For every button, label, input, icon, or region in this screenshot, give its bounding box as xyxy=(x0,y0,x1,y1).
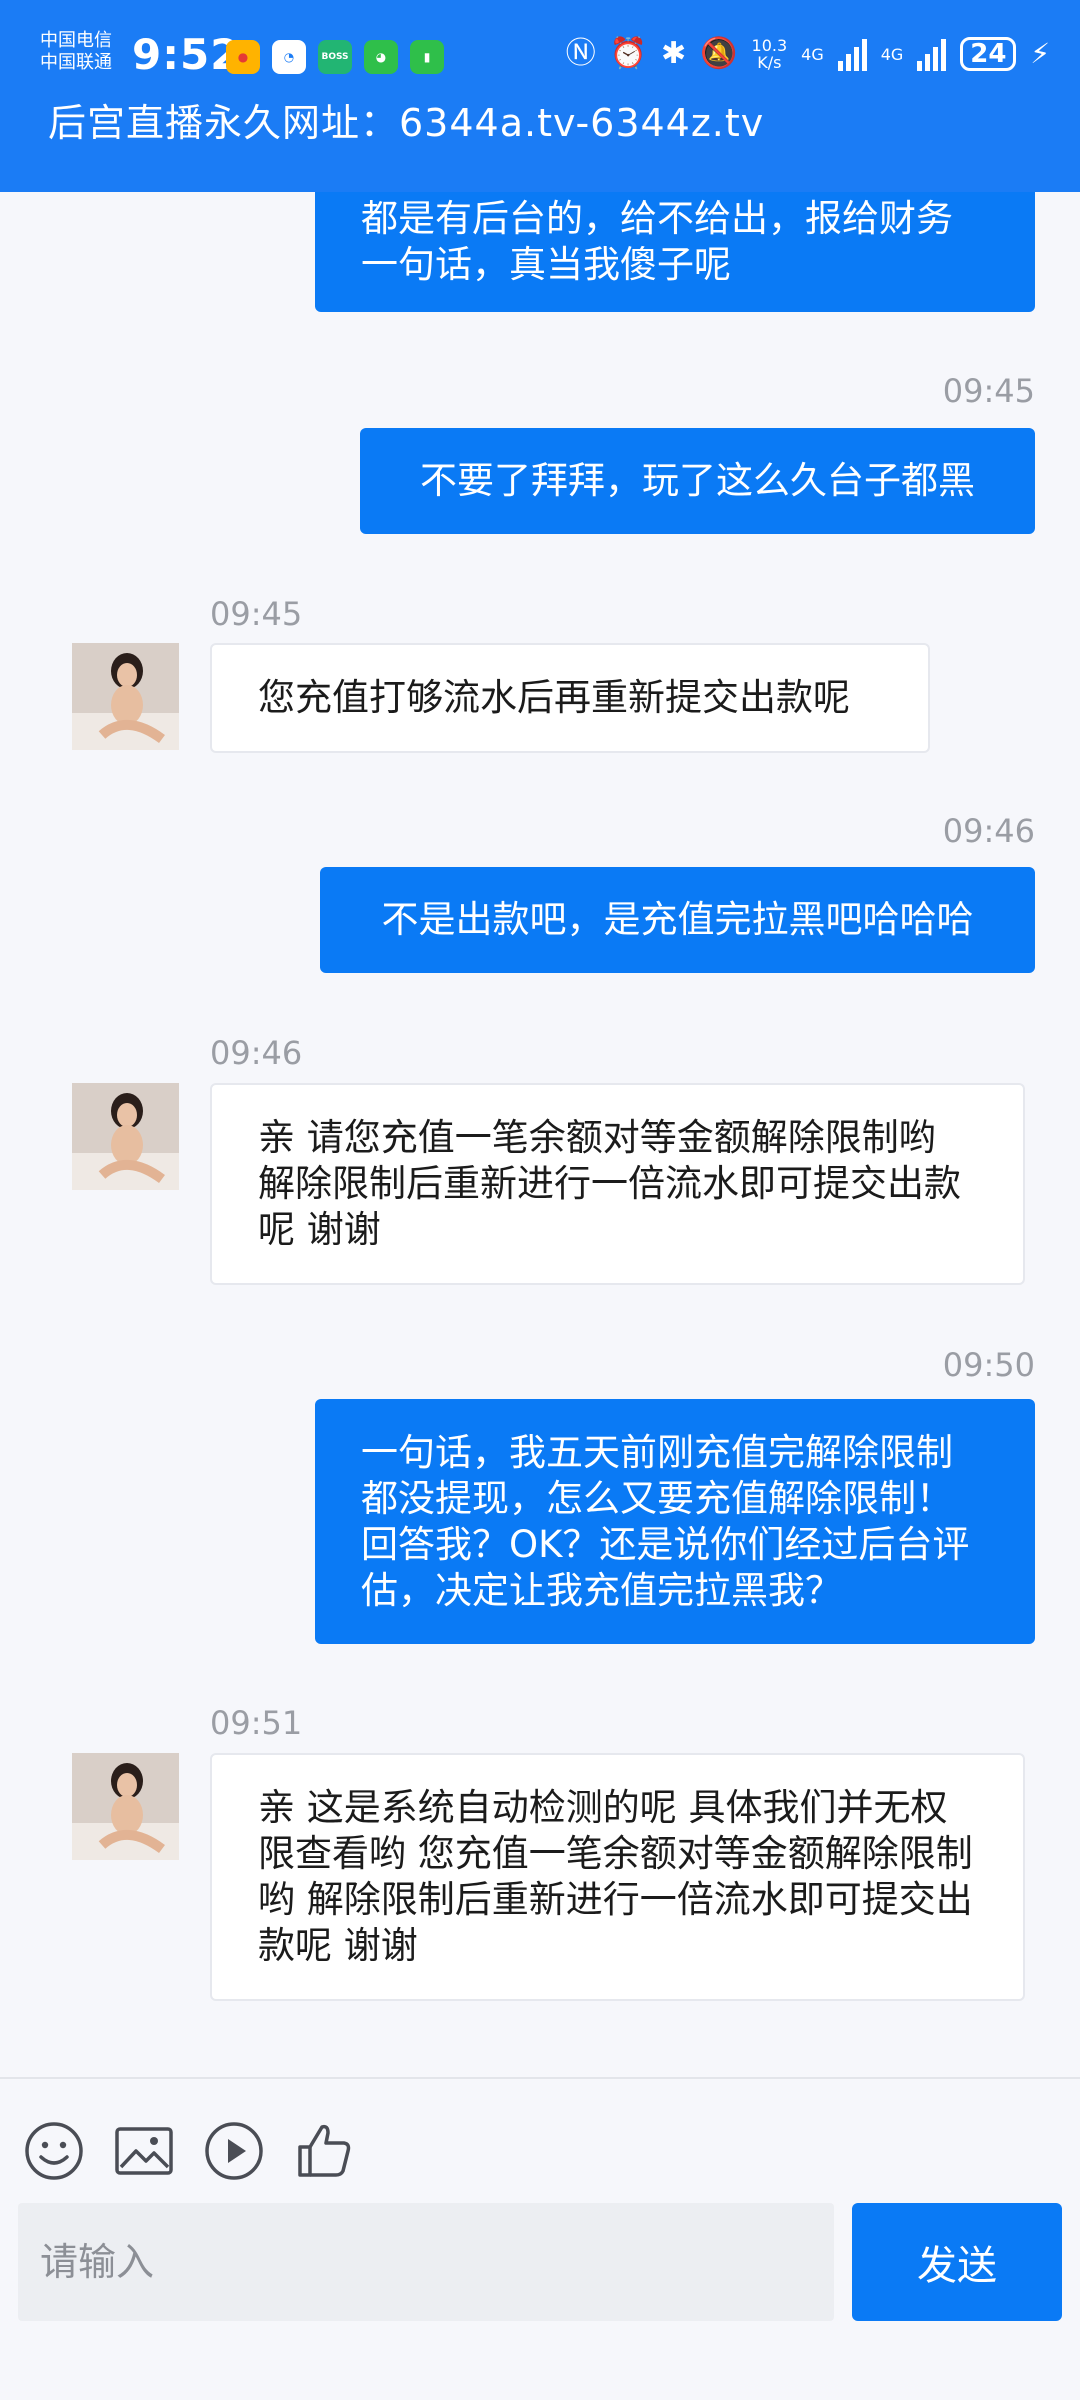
network-type-1: 4G xyxy=(801,44,824,64)
incoming-message: 亲 请您充值一笔余额对等金额解除限制哟 解除限制后重新进行一倍流水即可提交出款呢… xyxy=(210,1083,1025,1285)
composer: 发送 xyxy=(0,2199,1080,2400)
outgoing-message: 一句话，我五天前刚充值完解除限制都没提现，怎么又要充值解除限制！回答我？OK？还… xyxy=(315,1399,1035,1644)
carrier-2: 中国联通 xyxy=(40,52,112,73)
weibo-icon: ● xyxy=(226,40,260,74)
outgoing-message: 不是出款吧，是充值完拉黑吧哈哈哈 xyxy=(320,867,1035,973)
network-speed: 10.3 K/s xyxy=(751,36,788,72)
agent-avatar xyxy=(72,1753,179,1860)
battery-app-icon: ▮ xyxy=(410,40,444,74)
message-timestamp: 09:51 xyxy=(210,1704,303,1742)
message-text: 不要了拜拜，玩了这么久台子都黑 xyxy=(420,459,975,502)
message-text: 亲 这是系统自动检测的呢 具体我们并无权限查看哟 您充值一笔余额对等金额解除限制… xyxy=(258,1786,973,1967)
video-icon[interactable] xyxy=(202,2119,266,2183)
boss-app-icon: BOSS xyxy=(318,40,352,74)
image-icon[interactable] xyxy=(112,2119,176,2183)
outgoing-message: 都是有后台的，给不给出，报给财务一句话，真当我傻子呢 xyxy=(315,192,1035,312)
app-header: 中国电信 中国联通 9:52 ● ◔ BOSS ◕ ▮ Ⓝ ⏰ ✱ 🔕 10.3… xyxy=(0,0,1080,192)
system-status: Ⓝ ⏰ ✱ 🔕 10.3 K/s 4G 4G 24 ⚡ xyxy=(566,34,1050,74)
network-type-2: 4G xyxy=(880,44,904,64)
message-text: 亲 请您充值一笔余额对等金额解除限制哟 解除限制后重新进行一倍流水即可提交出款呢… xyxy=(258,1116,961,1251)
incoming-message: 亲 这是系统自动检测的呢 具体我们并无权限查看哟 您充值一笔余额对等金额解除限制… xyxy=(210,1753,1025,2001)
outgoing-message: 不要了拜拜，玩了这么久台子都黑 xyxy=(360,428,1035,534)
alarm-icon: ⏰ xyxy=(609,36,648,71)
message-text: 都是有后台的，给不给出，报给财务一句话，真当我傻子呢 xyxy=(361,197,953,286)
mute-icon: 🔕 xyxy=(700,36,738,71)
message-text: 不是出款吧，是充值完拉黑吧哈哈哈 xyxy=(381,898,974,941)
emoji-icon[interactable] xyxy=(22,2119,86,2183)
carrier-1: 中国电信 xyxy=(40,30,112,51)
nfc-icon: Ⓝ xyxy=(565,36,596,71)
composer-toolbar xyxy=(0,2079,1080,2199)
message-input[interactable] xyxy=(18,2203,834,2321)
message-timestamp: 09:45 xyxy=(942,372,1035,410)
send-button[interactable]: 发送 xyxy=(852,2203,1062,2321)
charging-icon: ⚡ xyxy=(1030,37,1050,70)
battery-level: 24 xyxy=(960,37,1017,71)
page-title: 后宫直播永久网址：6344a.tv-6344z.tv xyxy=(48,101,765,145)
message-timestamp: 09:46 xyxy=(210,1034,303,1072)
notification-icons: ● ◔ BOSS ◕ ▮ xyxy=(226,40,444,74)
signal-icon-2 xyxy=(917,37,947,71)
message-text: 您充值打够流水后再重新提交出款呢 xyxy=(258,676,850,719)
carrier-labels: 中国电信 中国联通 xyxy=(40,30,112,74)
wechat-icon: ◕ xyxy=(364,40,398,74)
message-icon: ◔ xyxy=(272,40,306,74)
status-time: 9:52 xyxy=(132,30,241,79)
bluetooth-icon: ✱ xyxy=(661,36,687,71)
message-timestamp: 09:45 xyxy=(210,595,303,633)
thumbs-up-icon[interactable] xyxy=(292,2119,356,2183)
chat-messages[interactable]: 都是有后台的，给不给出，报给财务一句话，真当我傻子呢 09:45 不要了拜拜，玩… xyxy=(0,192,1080,2077)
message-text: 一句话，我五天前刚充值完解除限制都没提现，怎么又要充值解除限制！回答我？OK？还… xyxy=(361,1430,970,1612)
message-timestamp: 09:46 xyxy=(942,812,1035,850)
signal-icon xyxy=(837,37,867,71)
agent-avatar xyxy=(72,1083,179,1190)
incoming-message: 您充值打够流水后再重新提交出款呢 xyxy=(210,643,930,753)
message-timestamp: 09:50 xyxy=(942,1346,1035,1384)
agent-avatar xyxy=(72,643,179,750)
